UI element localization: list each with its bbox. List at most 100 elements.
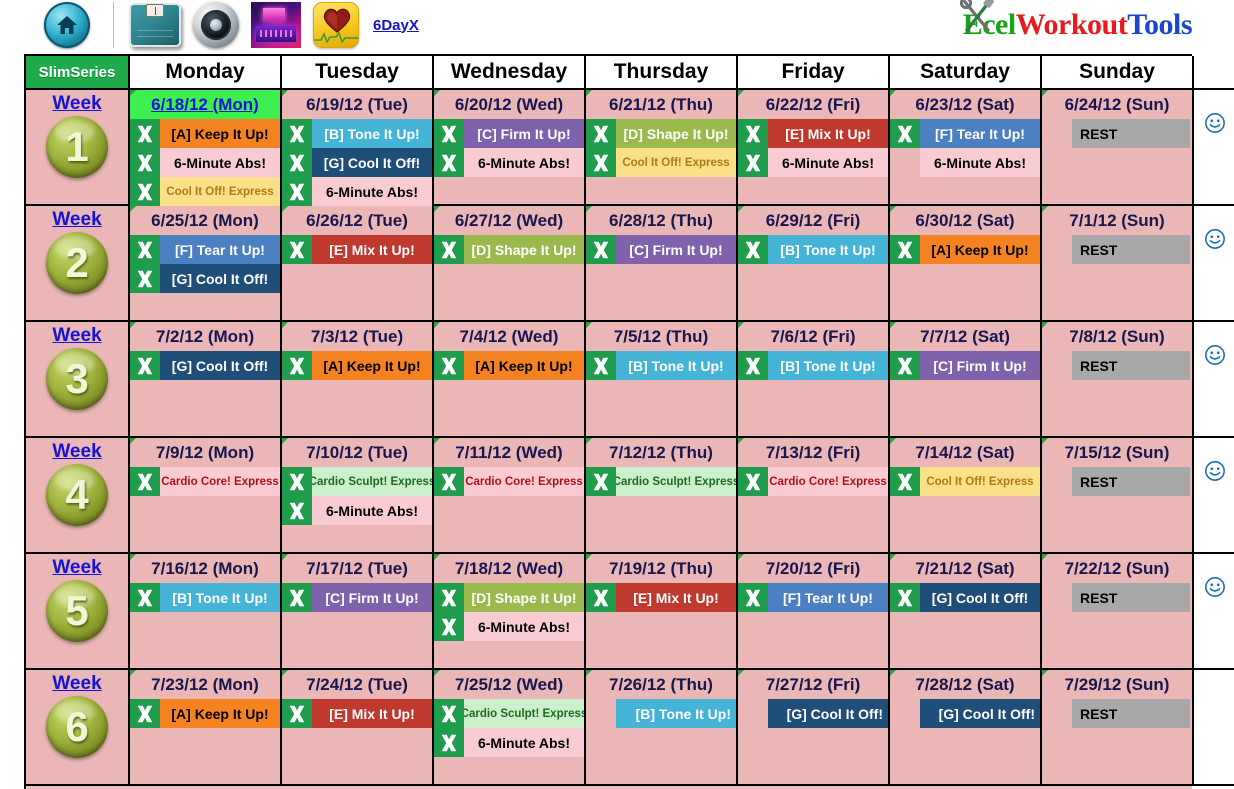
day-date[interactable]: 7/17/12 (Tue) xyxy=(282,554,432,583)
workout-label[interactable]: Cardio Core! Express xyxy=(768,467,888,496)
day-date[interactable]: 7/23/12 (Mon) xyxy=(130,670,280,699)
workout-row[interactable]: [E] Mix It Up! xyxy=(282,699,432,728)
day-date[interactable]: 7/5/12 (Thu) xyxy=(586,322,736,351)
day-cell[interactable]: 7/9/12 (Mon) Cardio Core! Express xyxy=(130,438,282,554)
day-cell[interactable]: 6/22/12 (Fri) [E] Mix It Up! 6-Minute Abs! xyxy=(738,90,890,206)
day-date[interactable]: 7/22/12 (Sun) xyxy=(1042,554,1192,583)
workout-label[interactable]: [F] Tear It Up! xyxy=(920,119,1040,148)
excel-x-icon[interactable] xyxy=(738,148,768,177)
workout-row[interactable]: Cool It Off! Express xyxy=(586,148,736,177)
workout-label[interactable]: REST xyxy=(1072,699,1190,728)
excel-x-icon[interactable] xyxy=(434,235,464,264)
day-cell[interactable]: 7/17/12 (Tue) [C] Firm It Up! xyxy=(282,554,434,670)
week-cell-3[interactable]: Week 3 xyxy=(26,322,130,438)
workout-row[interactable]: [G] Cool It Off! xyxy=(130,264,280,293)
week-cell-1[interactable]: Week 1 xyxy=(26,90,130,206)
workout-label[interactable]: [E] Mix It Up! xyxy=(768,119,888,148)
day-date[interactable]: 7/25/12 (Wed) xyxy=(434,670,584,699)
day-cell[interactable]: 6/26/12 (Tue) [E] Mix It Up! xyxy=(282,206,434,322)
workout-label[interactable]: [B] Tone It Up! xyxy=(768,351,888,380)
workout-label[interactable]: [A] Keep It Up! xyxy=(312,351,432,380)
workout-label[interactable]: [G] Cool It Off! xyxy=(920,699,1040,728)
day-cell[interactable]: 7/18/12 (Wed) [D] Shape It Up! 6-Minute Ab… xyxy=(434,554,586,670)
day-cell[interactable]: 7/8/12 (Sun) REST xyxy=(1042,322,1194,438)
excel-x-icon[interactable] xyxy=(434,612,464,641)
day-cell[interactable]: 6/19/12 (Tue) [B] Tone It Up! [G] Cool It … xyxy=(282,90,434,206)
day-date[interactable]: 7/28/12 (Sat) xyxy=(890,670,1040,699)
workout-label[interactable]: [D] Shape It Up! xyxy=(464,583,584,612)
day-cell[interactable]: 6/25/12 (Mon) [F] Tear It Up! [G] Cool It … xyxy=(130,206,282,322)
week-label[interactable]: Week xyxy=(52,326,101,346)
excel-x-icon[interactable] xyxy=(434,728,464,757)
day-cell[interactable]: 6/30/12 (Sat) [A] Keep It Up! xyxy=(890,206,1042,322)
day-date[interactable]: 6/30/12 (Sat) xyxy=(890,206,1040,235)
workout-row[interactable]: [G] Cool It Off! xyxy=(890,699,1040,728)
excel-x-icon[interactable] xyxy=(130,264,160,293)
workout-row[interactable]: 6-Minute Abs! xyxy=(890,148,1040,177)
workout-label[interactable]: 6-Minute Abs! xyxy=(920,148,1040,177)
workout-label[interactable]: REST xyxy=(1072,583,1190,612)
workout-row[interactable]: [A] Keep It Up! xyxy=(130,119,280,148)
workout-row[interactable]: REST xyxy=(1042,235,1192,264)
day-cell[interactable]: 7/6/12 (Fri) [B] Tone It Up! xyxy=(738,322,890,438)
day-date[interactable]: 7/13/12 (Fri) xyxy=(738,438,888,467)
workout-label[interactable]: [G] Cool It Off! xyxy=(160,351,280,380)
workout-row[interactable]: [C] Firm It Up! xyxy=(586,235,736,264)
excel-x-icon[interactable] xyxy=(586,351,616,380)
day-date-today[interactable]: 6/18/12 (Mon) xyxy=(130,90,280,119)
day-cell[interactable]: 7/29/12 (Sun) REST xyxy=(1042,670,1194,786)
day-date[interactable]: 7/9/12 (Mon) xyxy=(130,438,280,467)
workout-row[interactable]: [B] Tone It Up! xyxy=(738,351,888,380)
workout-row[interactable]: Cardio Core! Express xyxy=(130,467,280,496)
day-date[interactable]: 6/19/12 (Tue) xyxy=(282,90,432,119)
day-cell[interactable]: 7/5/12 (Thu) [B] Tone It Up! xyxy=(586,322,738,438)
workout-label[interactable]: [F] Tear It Up! xyxy=(768,583,888,612)
excel-x-icon[interactable] xyxy=(586,119,616,148)
workout-row[interactable]: Cool It Off! Express xyxy=(130,177,280,206)
excel-x-icon[interactable] xyxy=(282,177,312,206)
day-date[interactable]: 6/26/12 (Tue) xyxy=(282,206,432,235)
excel-x-icon[interactable] xyxy=(738,119,768,148)
heart-rate-icon[interactable] xyxy=(313,2,359,48)
day-date[interactable]: 7/6/12 (Fri) xyxy=(738,322,888,351)
week-cell-5[interactable]: Week 5 xyxy=(26,554,130,670)
excel-x-icon[interactable] xyxy=(282,119,312,148)
day-cell[interactable]: 6/18/12 (Mon) [A] Keep It Up! 6-Minute Abs… xyxy=(130,90,282,206)
excel-x-icon[interactable] xyxy=(890,467,920,496)
excel-x-icon[interactable] xyxy=(738,467,768,496)
excel-x-icon[interactable] xyxy=(586,583,616,612)
day-cell[interactable]: 7/2/12 (Mon) [G] Cool It Off! xyxy=(130,322,282,438)
week-label[interactable]: Week xyxy=(52,674,101,694)
excel-x-icon[interactable] xyxy=(890,351,920,380)
workout-row[interactable]: [F] Tear It Up! xyxy=(738,583,888,612)
day-cell[interactable]: 7/1/12 (Sun) REST xyxy=(1042,206,1194,322)
day-date[interactable]: 7/1/12 (Sun) xyxy=(1042,206,1192,235)
excel-x-icon[interactable] xyxy=(434,119,464,148)
workout-row[interactable]: [C] Firm It Up! xyxy=(890,351,1040,380)
day-date[interactable]: 6/28/12 (Thu) xyxy=(586,206,736,235)
workout-label[interactable]: REST xyxy=(1072,467,1190,496)
day-date[interactable]: 6/20/12 (Wed) xyxy=(434,90,584,119)
workout-label[interactable]: [B] Tone It Up! xyxy=(616,699,736,728)
workout-label[interactable]: Cardio Sculpt! Express xyxy=(312,467,432,496)
day-date[interactable]: 7/8/12 (Sun) xyxy=(1042,322,1192,351)
workout-label[interactable]: Cool It Off! Express xyxy=(160,177,280,206)
workout-label[interactable]: Cardio Core! Express xyxy=(160,467,280,496)
excel-x-icon[interactable] xyxy=(282,235,312,264)
excel-x-icon[interactable] xyxy=(282,467,312,496)
day-date[interactable]: 7/26/12 (Thu) xyxy=(586,670,736,699)
workout-label[interactable]: [C] Firm It Up! xyxy=(920,351,1040,380)
workout-label[interactable]: 6-Minute Abs! xyxy=(312,496,432,525)
workout-row[interactable]: [D] Shape It Up! xyxy=(586,119,736,148)
workout-label[interactable]: [G] Cool It Off! xyxy=(920,583,1040,612)
week-label[interactable]: Week xyxy=(52,94,101,114)
excel-x-icon[interactable] xyxy=(130,235,160,264)
day-date[interactable]: 7/27/12 (Fri) xyxy=(738,670,888,699)
workout-row[interactable]: [G] Cool It Off! xyxy=(738,699,888,728)
workout-row[interactable]: [G] Cool It Off! xyxy=(282,148,432,177)
excel-x-icon[interactable] xyxy=(434,583,464,612)
workout-row[interactable]: [A] Keep It Up! xyxy=(434,351,584,380)
day-date[interactable]: 7/4/12 (Wed) xyxy=(434,322,584,351)
excel-x-icon[interactable] xyxy=(434,351,464,380)
workout-label[interactable]: [G] Cool It Off! xyxy=(160,264,280,293)
